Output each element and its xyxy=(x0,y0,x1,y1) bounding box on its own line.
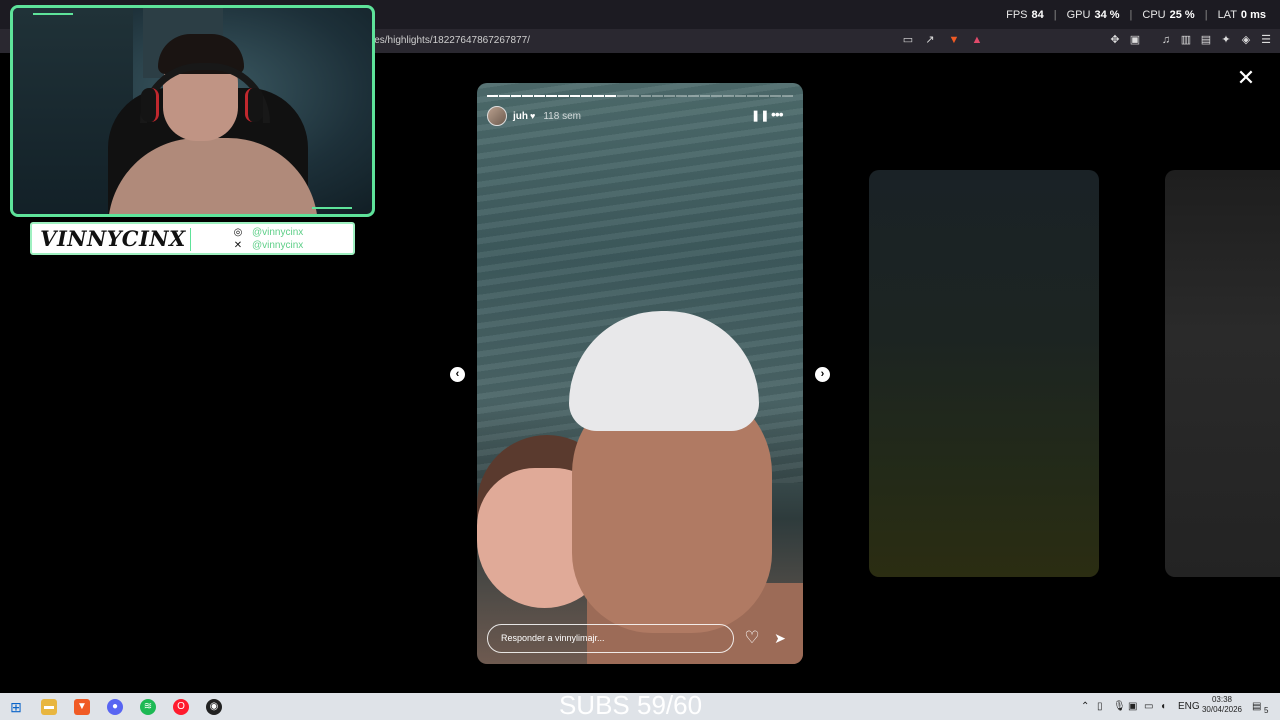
more-options-icon[interactable]: ••• xyxy=(771,107,787,121)
story-progress-segment xyxy=(675,95,687,97)
ai-assistant-icon[interactable]: ✦ xyxy=(1219,33,1233,47)
close-icon[interactable]: ✕ xyxy=(1235,67,1257,89)
brave-shield-icon[interactable]: ▼ xyxy=(947,33,961,47)
stat-cpu: CPU 25 % xyxy=(1142,8,1195,21)
x-icon: ✕ xyxy=(233,240,243,251)
stat-fps: FPS 84 xyxy=(1006,8,1044,21)
pause-icon[interactable]: ❚❚ xyxy=(751,110,769,122)
extensions-icon[interactable]: ✥ xyxy=(1108,33,1122,47)
address-bar-url[interactable]: ies/highlights/18227647867267877/ xyxy=(372,29,530,53)
story-progress-segment xyxy=(734,95,746,97)
obs-icon[interactable]: ◉ xyxy=(206,699,222,715)
streamer-logo: VINNYCINX xyxy=(40,226,186,251)
story-progress-segment xyxy=(557,95,569,97)
volume-icon[interactable]: ◖ xyxy=(1160,700,1166,714)
send-icon[interactable]: ➤ xyxy=(771,629,789,647)
story-progress-segment xyxy=(640,95,652,97)
display-icon[interactable]: ▣ xyxy=(1128,700,1137,714)
story-progress-segment xyxy=(534,95,546,97)
network-icon[interactable]: ▭ xyxy=(1144,700,1153,714)
instagram-handle: @vinnycinx xyxy=(252,227,304,238)
following-story-preview[interactable] xyxy=(1165,170,1280,577)
chevron-left-icon[interactable]: ‹ xyxy=(450,367,465,382)
story-progress-segment xyxy=(569,95,581,97)
story-progress-segment xyxy=(770,95,782,97)
heart-icon[interactable]: ♡ xyxy=(743,629,761,647)
notifications-count: 5 xyxy=(1264,706,1269,715)
windows-start-icon[interactable]: ⊞ xyxy=(8,699,24,715)
story-progress-segment xyxy=(758,95,770,97)
story-header: juh ♥ 118 sem xyxy=(487,106,581,126)
language-indicator[interactable]: ENG xyxy=(1178,700,1200,714)
heart-emoji-icon: ♥ xyxy=(530,111,536,121)
story-progress-segment xyxy=(699,95,711,97)
story-progress-segment xyxy=(628,95,640,97)
avatar[interactable] xyxy=(487,106,507,126)
instagram-icon: ◎ xyxy=(233,227,243,238)
story-progress-segment xyxy=(782,95,793,97)
story-username[interactable]: juh xyxy=(513,111,528,122)
story-card[interactable]: juh ♥ 118 sem ❚❚ ••• Responder a vinnyli… xyxy=(477,83,803,664)
stat-lat: LAT 0 ms xyxy=(1217,8,1266,21)
story-timestamp: 118 sem xyxy=(543,110,581,122)
chevron-up-icon[interactable]: ⌃ xyxy=(1081,700,1089,714)
story-progress-segment xyxy=(616,95,628,97)
social-banner: VINNYCINX ◎ @vinnycinx ✕ @vinnycinx xyxy=(30,222,355,255)
microphone-icon[interactable]: 🎙 xyxy=(1113,700,1126,714)
system-clock[interactable]: 03:38 30/04/2026 xyxy=(1200,695,1244,715)
reply-input[interactable]: Responder a vinnylimajr... xyxy=(487,624,734,653)
file-explorer-icon[interactable]: ▬ xyxy=(41,699,57,715)
story-progress-segment xyxy=(652,95,664,97)
story-progress-segment xyxy=(487,95,498,97)
performance-stats: FPS 84 | GPU 34 % | CPU 25 % | LAT 0 ms xyxy=(1006,8,1266,21)
sidebar-icon[interactable]: ▥ xyxy=(1179,33,1193,47)
spotify-icon[interactable]: ≋ xyxy=(140,699,156,715)
story-progress-segment xyxy=(522,95,534,97)
story-progress-segment xyxy=(664,95,675,97)
cast-icon[interactable]: ▭ xyxy=(901,33,915,47)
story-progress-segment xyxy=(581,95,593,97)
story-progress-segment xyxy=(723,95,734,97)
story-progress-segment xyxy=(687,95,699,97)
menu-icon[interactable]: ☰ xyxy=(1259,33,1273,47)
vpn-icon[interactable]: ◈ xyxy=(1239,33,1253,47)
brave-rewards-icon[interactable]: ▲ xyxy=(970,33,984,47)
story-progress-segment xyxy=(593,95,605,97)
chevron-right-icon[interactable]: › xyxy=(815,367,830,382)
discord-icon[interactable]: ● xyxy=(107,699,123,715)
story-progress-segment xyxy=(605,95,616,97)
story-progress-segment xyxy=(510,95,522,97)
device-icon[interactable]: ▯ xyxy=(1097,700,1103,714)
brave-browser-icon[interactable]: ▼ xyxy=(74,699,90,715)
opera-icon[interactable]: O xyxy=(173,699,189,715)
next-story-preview[interactable] xyxy=(869,170,1099,577)
story-progress-segment xyxy=(498,95,510,97)
screenshot-icon[interactable]: ▣ xyxy=(1128,33,1142,47)
stat-gpu: GPU 34 % xyxy=(1066,8,1120,21)
wallet-icon[interactable]: ▤ xyxy=(1199,33,1213,47)
subs-counter: SUBS 59/60 xyxy=(558,690,703,720)
webcam-overlay xyxy=(10,5,375,217)
music-icon[interactable]: ♫ xyxy=(1159,33,1173,47)
story-progress-segment xyxy=(711,95,723,97)
story-progress-segment xyxy=(546,95,557,97)
story-progress-segment xyxy=(746,95,758,97)
x-handle: @vinnycinx xyxy=(252,240,304,251)
share-icon[interactable]: ↗ xyxy=(923,33,937,47)
notifications-icon[interactable]: ▤ xyxy=(1252,700,1261,714)
